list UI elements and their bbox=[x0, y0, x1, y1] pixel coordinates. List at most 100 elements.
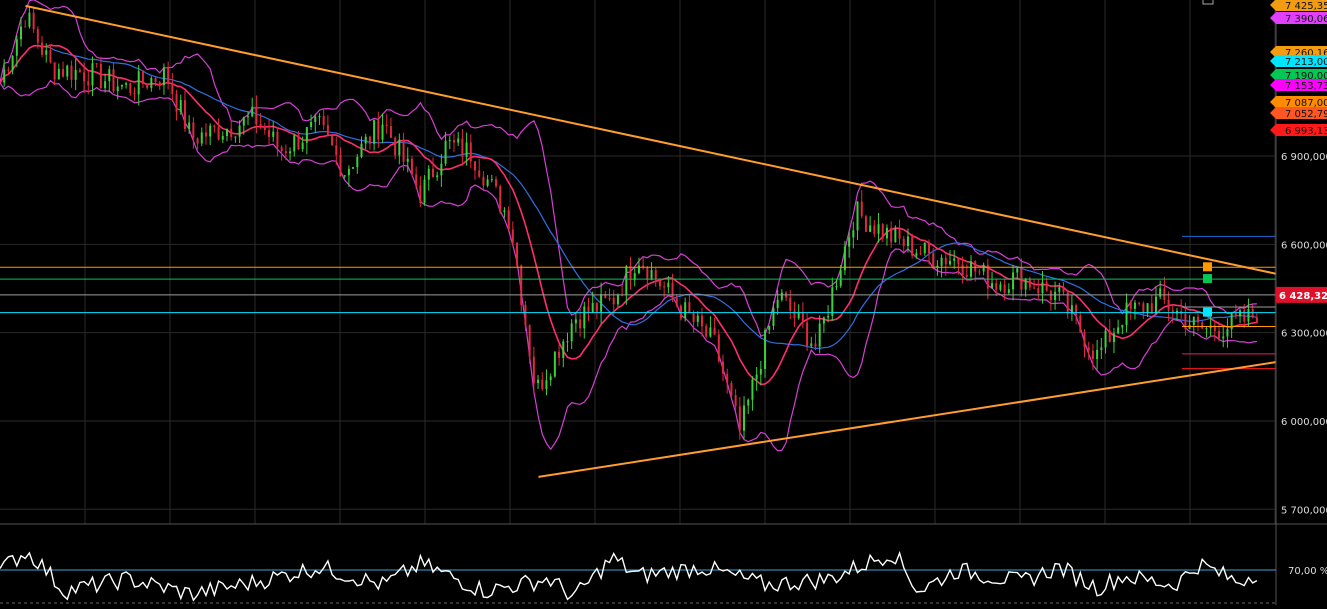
candle-body bbox=[1159, 288, 1162, 297]
candle-body bbox=[654, 270, 657, 280]
candle-body bbox=[793, 310, 796, 319]
candle-body bbox=[11, 55, 14, 71]
candle-body bbox=[78, 69, 81, 73]
candle-body bbox=[120, 84, 123, 87]
candle-body bbox=[814, 343, 817, 347]
candle-body bbox=[1087, 347, 1090, 351]
candle-body bbox=[1192, 316, 1195, 326]
candle-body bbox=[192, 122, 195, 139]
candle-body bbox=[389, 125, 392, 138]
candle-body bbox=[827, 316, 830, 318]
candle-body bbox=[83, 72, 86, 82]
candle-body bbox=[238, 125, 241, 137]
candle-body bbox=[692, 313, 695, 322]
candle-body bbox=[595, 303, 598, 312]
candle-body bbox=[356, 156, 359, 168]
candle-body bbox=[1255, 317, 1258, 324]
candle-body bbox=[970, 261, 973, 277]
candle-body bbox=[406, 158, 409, 162]
candle-body bbox=[1012, 272, 1015, 290]
candle-body bbox=[259, 123, 262, 127]
candle-body bbox=[314, 116, 317, 122]
candle-body bbox=[553, 351, 556, 377]
candle-body bbox=[49, 50, 52, 63]
candle-body bbox=[949, 260, 952, 265]
level-marker bbox=[1203, 274, 1212, 284]
candle-body bbox=[1117, 327, 1120, 334]
candle-body bbox=[780, 292, 783, 300]
candle-body bbox=[1024, 278, 1027, 290]
candle-body bbox=[637, 265, 640, 274]
candle-body bbox=[141, 71, 144, 84]
candle-body bbox=[864, 216, 867, 232]
candle-body bbox=[175, 93, 178, 112]
candle-body bbox=[986, 264, 989, 289]
level-marker bbox=[1203, 262, 1212, 272]
candle-body bbox=[558, 351, 561, 358]
candle-body bbox=[28, 12, 31, 27]
candle-body bbox=[146, 83, 149, 88]
candle-body bbox=[1062, 287, 1065, 293]
candle-body bbox=[247, 116, 250, 118]
candle-body bbox=[1167, 299, 1170, 311]
candle-body bbox=[738, 406, 741, 431]
y-tick-label: 6 300,000 bbox=[1281, 329, 1327, 340]
candle-body bbox=[116, 86, 119, 92]
candle-body bbox=[923, 242, 926, 254]
candle-body bbox=[999, 284, 1002, 290]
candle-body bbox=[503, 210, 506, 213]
candle-body bbox=[722, 361, 725, 374]
candle-body bbox=[663, 286, 666, 288]
candle-body bbox=[953, 258, 956, 261]
candle-body bbox=[919, 253, 922, 255]
candle-body bbox=[158, 82, 161, 86]
candle-body bbox=[877, 224, 880, 234]
candle-body bbox=[537, 379, 540, 384]
candle-body bbox=[204, 132, 207, 137]
candle-body bbox=[183, 100, 186, 129]
candle-body bbox=[797, 312, 800, 319]
candle-body bbox=[486, 179, 489, 186]
candle-body bbox=[810, 343, 813, 347]
candle-body bbox=[562, 341, 565, 358]
current-price-label: 6 428,320 bbox=[1279, 291, 1327, 302]
candle-body bbox=[410, 158, 413, 175]
candle-body bbox=[1049, 290, 1052, 301]
candle-body bbox=[457, 138, 460, 143]
candle-body bbox=[1163, 288, 1166, 300]
candle-body bbox=[95, 63, 98, 65]
y-tick-label: 6 900,000 bbox=[1281, 152, 1327, 163]
price-tag-label: 7 425,356 bbox=[1285, 1, 1327, 12]
candle-body bbox=[709, 327, 712, 337]
candle-body bbox=[62, 68, 65, 77]
candle-body bbox=[696, 315, 699, 322]
candle-body bbox=[705, 326, 708, 337]
candle-body bbox=[574, 319, 577, 324]
candle-body bbox=[200, 132, 203, 144]
candle-body bbox=[860, 201, 863, 217]
candle-body bbox=[70, 65, 73, 80]
candle-body bbox=[776, 299, 779, 309]
candle-body bbox=[600, 294, 603, 312]
candle-body bbox=[801, 312, 804, 323]
candle-body bbox=[541, 379, 544, 389]
candle-body bbox=[1079, 315, 1082, 333]
candle-body bbox=[894, 228, 897, 243]
candle-body bbox=[104, 81, 107, 89]
candle-body bbox=[263, 126, 266, 131]
candle-body bbox=[478, 170, 481, 177]
candle-body bbox=[1045, 282, 1048, 291]
candle-body bbox=[507, 210, 510, 230]
candle-body bbox=[91, 63, 94, 86]
candle-body bbox=[1066, 292, 1069, 314]
candle-body bbox=[234, 136, 237, 138]
candle-body bbox=[272, 131, 275, 137]
candle-body bbox=[646, 267, 649, 281]
candle-body bbox=[940, 257, 943, 266]
candle-body bbox=[1154, 296, 1157, 314]
price-tag-label: 7 052,79 bbox=[1285, 109, 1327, 120]
candle-body bbox=[66, 65, 69, 77]
candle-body bbox=[32, 12, 35, 30]
candle-body bbox=[902, 238, 905, 247]
candle-body bbox=[671, 282, 674, 298]
